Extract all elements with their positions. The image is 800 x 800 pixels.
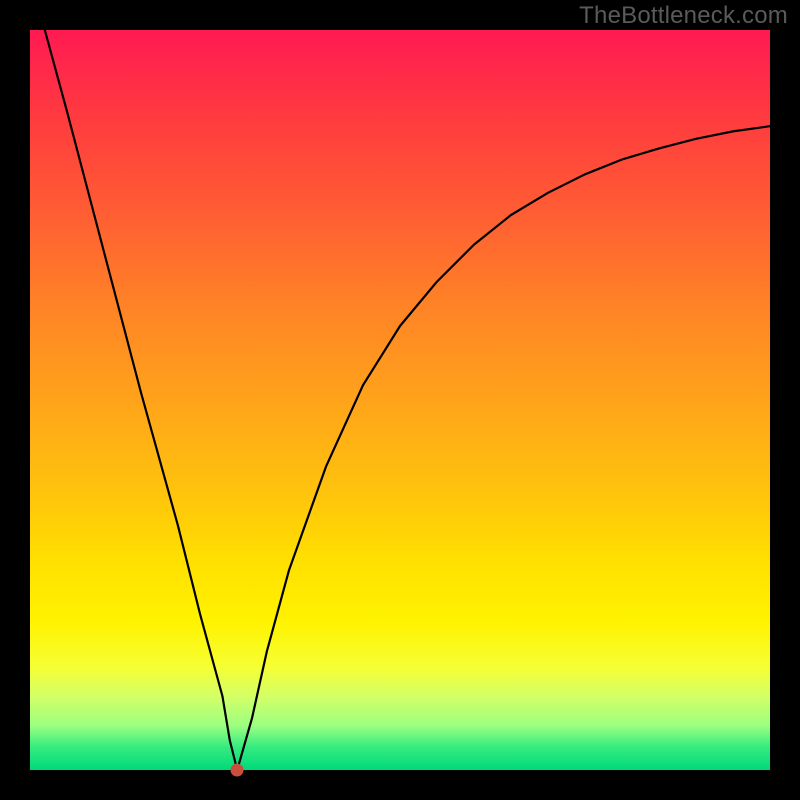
- minimum-point-marker: [231, 764, 244, 777]
- bottleneck-curve: [30, 30, 770, 770]
- plot-area: [30, 30, 770, 770]
- chart-frame: TheBottleneck.com: [0, 0, 800, 800]
- watermark-text: TheBottleneck.com: [579, 2, 788, 30]
